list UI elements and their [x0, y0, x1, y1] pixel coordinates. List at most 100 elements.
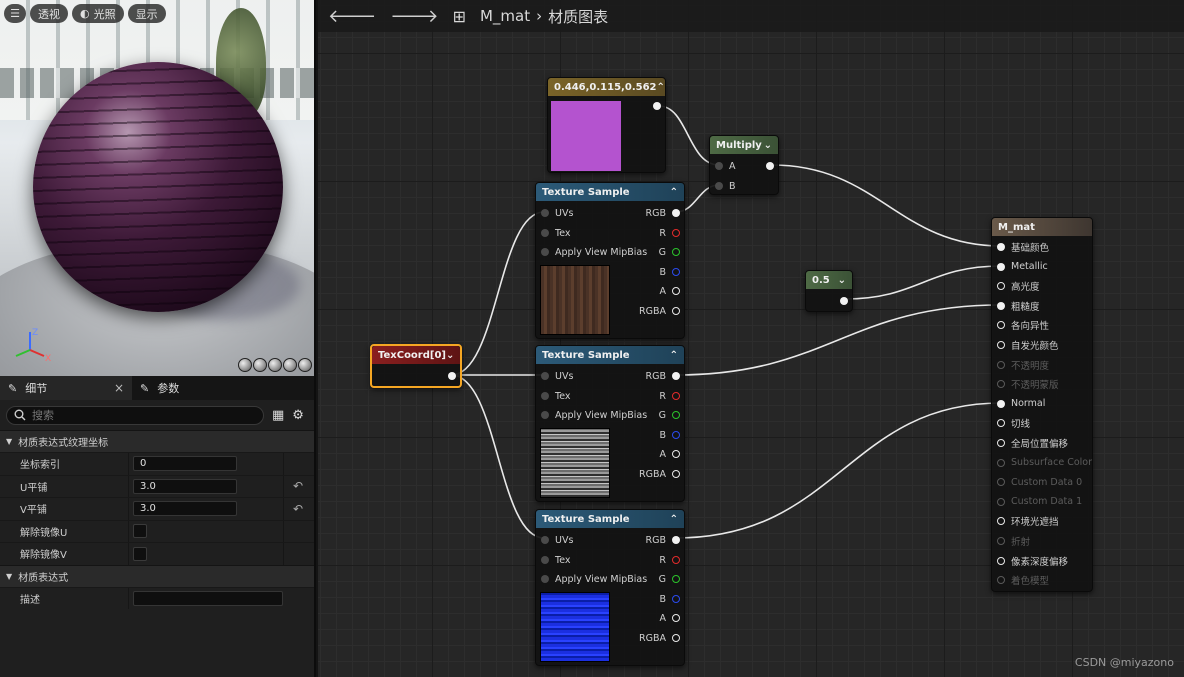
chevron-up-icon[interactable]: ⌃ — [670, 514, 678, 525]
multiply-node[interactable]: Multiply ⌄ A B — [709, 135, 779, 195]
tex-input-pin[interactable]: Tex — [541, 225, 571, 241]
cylinder-shape-button[interactable] — [238, 358, 252, 372]
b-output-pin[interactable]: B — [659, 591, 680, 607]
unmirror-v-checkbox[interactable] — [133, 546, 147, 561]
scalar-node[interactable]: 0.5 ⌄ — [805, 270, 853, 312]
breadcrumb-asset[interactable]: M_mat — [480, 7, 530, 25]
material-input-pin[interactable]: 基础颜色 — [997, 239, 1049, 255]
r-output-pin[interactable]: R — [659, 225, 680, 241]
chevron-up-icon[interactable]: ⌃ — [657, 82, 665, 93]
rgba-output-pin[interactable]: RGBA — [639, 630, 680, 646]
multiply-input-b[interactable]: B — [715, 178, 736, 194]
multiply-output-pin[interactable] — [766, 158, 774, 174]
back-arrow-icon[interactable]: 🡐 — [328, 6, 376, 27]
category-material-expression[interactable]: ▼ 材质表达式 — [0, 564, 314, 587]
scalar-output-pin[interactable] — [840, 293, 848, 309]
material-input-pin[interactable]: 全局位置偏移 — [997, 435, 1068, 451]
teapot-shape-button[interactable] — [298, 358, 312, 372]
v-tiling-field[interactable]: 3.0 — [133, 501, 237, 517]
coordinate-index-field[interactable]: 0 — [133, 456, 237, 472]
details-tab-bar: ✎ 细节 × ✎ 参数 — [0, 376, 314, 400]
lit-button[interactable]: ◐ 光照 — [72, 4, 124, 23]
texture-sample-node-1[interactable]: Texture Sample ⌃ UVs Tex Apply View MipB… — [535, 182, 685, 339]
chevron-up-icon[interactable]: ⌃ — [670, 187, 678, 198]
mipbias-input-pin[interactable]: Apply View MipBias — [541, 407, 647, 423]
property-label: V平铺 — [20, 505, 47, 517]
close-icon[interactable]: × — [114, 381, 124, 395]
material-input-pin[interactable]: Metallic — [997, 259, 1048, 275]
description-field[interactable] — [133, 590, 283, 606]
cube-shape-button[interactable] — [283, 358, 297, 372]
sphere-shape-button[interactable] — [253, 358, 267, 372]
tab-details[interactable]: ✎ 细节 × — [0, 376, 132, 400]
material-input-pin[interactable]: 切线 — [997, 415, 1030, 431]
reset-to-default-icon[interactable]: ↶ — [284, 479, 312, 493]
material-result-node[interactable]: M_mat 基础颜色 Metallic 高光度 粗糙度 各向异性 自发光颜色 不透明度 不透明… — [991, 217, 1093, 592]
show-button[interactable]: 显示 — [127, 4, 166, 23]
wire-texcoord-to-uv3 — [450, 374, 545, 539]
viewport-menu-button[interactable]: ☰ — [4, 4, 26, 23]
details-search-row: 搜索 ▦ ⚙ — [0, 400, 314, 430]
chevron-down-icon[interactable]: ⌄ — [764, 140, 772, 151]
pin-label: Normal — [1011, 398, 1046, 410]
graph-hierarchy-icon[interactable]: ⊞ — [453, 7, 466, 26]
material-input-pin[interactable]: 粗糙度 — [997, 298, 1040, 314]
material-input-pin[interactable]: 高光度 — [997, 278, 1040, 294]
unmirror-u-checkbox[interactable] — [133, 524, 147, 539]
a-output-pin[interactable]: A — [660, 446, 680, 462]
g-output-pin[interactable]: G — [659, 571, 680, 587]
plane-shape-button[interactable] — [268, 358, 282, 372]
uvs-input-pin[interactable]: UVs — [541, 532, 573, 548]
r-output-pin[interactable]: R — [659, 388, 680, 404]
multiply-input-a[interactable]: A — [715, 158, 736, 174]
rgb-output-pin[interactable]: RGB — [646, 368, 680, 384]
uvs-input-pin[interactable]: UVs — [541, 368, 573, 384]
table-view-icon[interactable]: ▦ — [272, 408, 284, 423]
search-input[interactable]: 搜索 — [6, 405, 264, 425]
rgba-output-pin[interactable]: RGBA — [639, 303, 680, 319]
texture-sample-node-2[interactable]: Texture Sample ⌃ UVs Tex Apply View MipB… — [535, 345, 685, 502]
breadcrumb-page[interactable]: 材质图表 — [548, 6, 608, 27]
material-input-pin[interactable]: 各向异性 — [997, 317, 1049, 333]
perspective-button[interactable]: 透视 — [30, 4, 68, 23]
parameters-icon: ✎ — [140, 381, 150, 395]
material-graph-canvas[interactable]: 🡐 🡒 ⊞ M_mat › 材质图表 0.446,0.115,0.562 ⌃ M… — [318, 0, 1184, 677]
chevron-down-icon[interactable]: ⌄ — [838, 275, 846, 286]
rgba-output-pin[interactable]: RGBA — [639, 466, 680, 482]
a-output-pin[interactable]: A — [660, 610, 680, 626]
g-output-pin[interactable]: G — [659, 407, 680, 423]
chevron-down-icon[interactable]: ⌄ — [446, 350, 454, 361]
texcoord-node[interactable]: TexCoord[0] ⌄ — [370, 344, 462, 388]
constant-output-pin[interactable] — [653, 98, 661, 114]
category-texcoord[interactable]: ▼ 材质表达式纹理坐标 — [0, 430, 314, 452]
b-output-pin[interactable]: B — [659, 427, 680, 443]
material-input-pin[interactable]: 像素深度偏移 — [997, 553, 1068, 569]
texture-sample-node-3[interactable]: Texture Sample ⌃ UVs Tex Apply View MipB… — [535, 509, 685, 666]
b-output-pin[interactable]: B — [659, 264, 680, 280]
rgb-output-pin[interactable]: RGB — [646, 532, 680, 548]
material-input-pin[interactable]: Normal — [997, 396, 1045, 412]
pin-label: 着色模型 — [1011, 576, 1050, 588]
material-input-pin[interactable]: 自发光颜色 — [997, 337, 1059, 353]
a-output-pin[interactable]: A — [660, 283, 680, 299]
constant-vector-node[interactable]: 0.446,0.115,0.562 ⌃ — [547, 77, 666, 173]
gear-icon[interactable]: ⚙ — [292, 408, 304, 423]
chevron-up-icon[interactable]: ⌃ — [670, 350, 678, 361]
pin-label: 折射 — [1011, 537, 1031, 548]
tex-input-pin[interactable]: Tex — [541, 388, 571, 404]
uvs-input-pin[interactable]: UVs — [541, 205, 573, 221]
material-input-pin[interactable]: 环境光遮挡 — [997, 513, 1059, 529]
reset-to-default-icon[interactable]: ↶ — [284, 502, 312, 516]
texcoord-output-pin[interactable] — [448, 368, 456, 384]
forward-arrow-icon[interactable]: 🡒 — [390, 6, 438, 27]
u-tiling-field[interactable]: 3.0 — [133, 478, 237, 494]
tex-input-pin[interactable]: Tex — [541, 552, 571, 568]
tab-parameters[interactable]: ✎ 参数 — [132, 376, 264, 400]
rgb-output-pin[interactable]: RGB — [646, 205, 680, 221]
mipbias-input-pin[interactable]: Apply View MipBias — [541, 244, 647, 260]
r-output-pin[interactable]: R — [659, 552, 680, 568]
mipbias-input-pin[interactable]: Apply View MipBias — [541, 571, 647, 587]
scalar-node-header: 0.5 ⌄ — [806, 271, 852, 289]
material-preview-viewport[interactable]: ☰ 透视 ◐ 光照 显示 Z X — [0, 0, 316, 376]
g-output-pin[interactable]: G — [659, 244, 680, 260]
